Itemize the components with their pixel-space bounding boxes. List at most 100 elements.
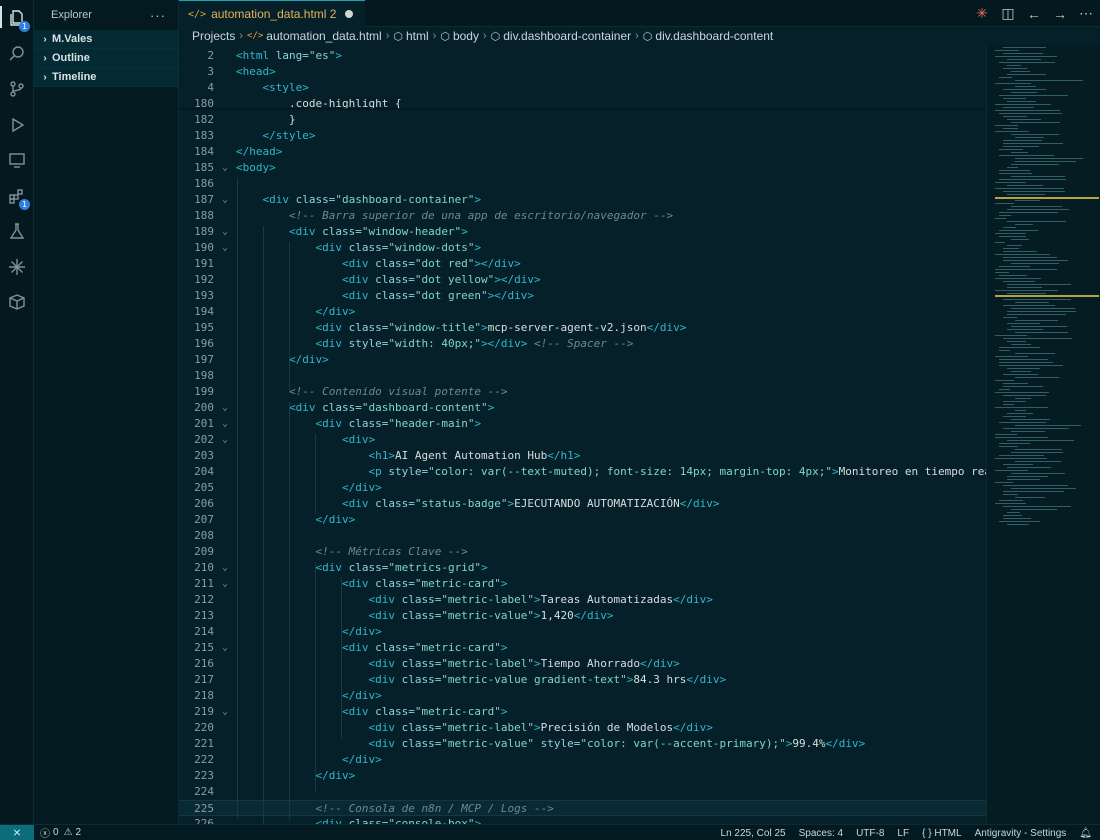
breadcrumb-item[interactable]: ⬡ div.dashboard-content [643, 29, 773, 43]
code-line[interactable]: 222 </div> [179, 752, 986, 768]
testing-icon[interactable] [6, 220, 28, 242]
fold-chevron-icon[interactable]: ⌄ [222, 816, 232, 824]
code-line[interactable]: 217 <div class="metric-value gradient-te… [179, 672, 986, 688]
code-line[interactable]: 206 <div class="status-badge">EJECUTANDO… [179, 496, 986, 512]
code-line[interactable]: 183 </style> [179, 128, 986, 144]
agent-star-icon[interactable]: ✳ [974, 5, 990, 22]
code-line[interactable]: 204 <p style="color: var(--text-muted); … [179, 464, 986, 480]
arrow-right-icon[interactable]: → [1052, 6, 1068, 22]
fold-chevron-icon[interactable]: ⌄ [222, 160, 232, 176]
code-line[interactable]: 216 <div class="metric-label">Tiempo Aho… [179, 656, 986, 672]
encoding[interactable]: UTF-8 [856, 828, 884, 839]
code-line[interactable]: 196 <div style="width: 40px;"></div> <!-… [179, 336, 986, 352]
settings-label[interactable]: Antigravity - Settings [975, 828, 1067, 839]
code-line[interactable]: 212 <div class="metric-label">Tareas Aut… [179, 592, 986, 608]
language-mode[interactable]: { } HTML [922, 828, 961, 839]
fold-chevron-icon[interactable]: ⌄ [222, 192, 232, 208]
code-line[interactable]: 209 <!-- Métricas Clave --> [179, 544, 986, 560]
fold-chevron-icon[interactable]: ⌄ [222, 240, 232, 256]
code-line[interactable]: 221 <div class="metric-value" style="col… [179, 736, 986, 752]
code-line[interactable]: 219 ⌄ <div class="metric-card"> [179, 704, 986, 720]
code-line[interactable]: 218 </div> [179, 688, 986, 704]
source-control-icon[interactable] [6, 78, 28, 100]
minimap-line [999, 389, 1010, 390]
code-line[interactable]: 208 [179, 528, 986, 544]
sidebar-section-workspace[interactable]: › M.Vales [34, 30, 178, 49]
minimap-line [999, 422, 1046, 423]
code-line[interactable]: 220 <div class="metric-label">Precisión … [179, 720, 986, 736]
breadcrumb-item[interactable]: ⬡ body [440, 29, 479, 43]
agent-star-icon[interactable] [6, 256, 28, 278]
code-line[interactable]: 207 </div> [179, 512, 986, 528]
code-line-current[interactable]: 225 <!-- Consola de n8n / MCP / Logs --> [179, 800, 986, 816]
problems-indicator[interactable]: ⓧ 0 ⚠ 2 [40, 825, 81, 840]
fold-chevron-icon[interactable]: ⌄ [222, 704, 232, 720]
breadcrumb-item[interactable]: Projects [192, 29, 235, 43]
cursor-position[interactable]: Ln 225, Col 25 [721, 828, 786, 839]
tab-automation-data[interactable]: </> automation_data.html 2 [179, 0, 366, 27]
code-editor[interactable]: 2 <html lang="es"> 3 <head> 4 <style> 180 .co… [179, 45, 986, 824]
code-line[interactable]: 4 <style> [179, 80, 986, 96]
code-line[interactable]: 213 <div class="metric-value">1,420</div… [179, 608, 986, 624]
code-line[interactable]: 205 </div> [179, 480, 986, 496]
fold-chevron-icon[interactable]: ⌄ [222, 560, 232, 576]
search-icon[interactable] [6, 43, 28, 65]
code-line[interactable]: 2 <html lang="es"> [179, 48, 986, 64]
code-line[interactable]: 182 } [179, 112, 986, 128]
explorer-icon[interactable]: 1 [6, 7, 30, 32]
more-actions-icon[interactable]: ⋯ [1078, 5, 1094, 22]
code-line[interactable]: 189 ⌄ <div class="window-header"> [179, 224, 986, 240]
code-line[interactable]: 190 ⌄ <div class="window-dots"> [179, 240, 986, 256]
sidebar-section-outline[interactable]: › Outline [34, 49, 178, 68]
code-line[interactable]: 194 </div> [179, 304, 986, 320]
code-line[interactable]: 226 ⌄ <div class="console-box"> [179, 816, 986, 824]
code-line[interactable]: 215 ⌄ <div class="metric-card"> [179, 640, 986, 656]
more-actions-button[interactable]: ··· [150, 8, 166, 23]
code-line[interactable]: 185 ⌄ <body> [179, 160, 986, 176]
fold-chevron-icon[interactable]: ⌄ [222, 416, 232, 432]
minimap-line [1003, 401, 1026, 402]
code-line[interactable]: 224 [179, 784, 986, 800]
remote-explorer-icon[interactable] [6, 149, 28, 171]
arrow-left-icon[interactable]: ← [1026, 6, 1042, 22]
code-line[interactable]: 200 ⌄ <div class="dashboard-content"> [179, 400, 986, 416]
code-line[interactable]: 3 <head> [179, 64, 986, 80]
code-line[interactable]: 202 ⌄ <div> [179, 432, 986, 448]
code-line[interactable]: 223 </div> [179, 768, 986, 784]
indentation[interactable]: Spaces: 4 [799, 828, 843, 839]
code-line[interactable]: 214 </div> [179, 624, 986, 640]
fold-chevron-icon[interactable]: ⌄ [222, 576, 232, 592]
code-line[interactable]: 203 <h1>AI Agent Automation Hub</h1> [179, 448, 986, 464]
fold-chevron-icon[interactable]: ⌄ [222, 432, 232, 448]
breadcrumb-item[interactable]: ⬡ div.dashboard-container [491, 29, 631, 43]
code-line[interactable]: 201 ⌄ <div class="header-main"> [179, 416, 986, 432]
code-line[interactable]: 195 <div class="window-title">mcp-server… [179, 320, 986, 336]
code-line[interactable]: 197 </div> [179, 352, 986, 368]
extensions-icon[interactable]: 1 [6, 185, 30, 210]
code-line[interactable]: 198 [179, 368, 986, 384]
code-line[interactable]: 193 <div class="dot green"></div> [179, 288, 986, 304]
breadcrumb-item[interactable]: ⬡ html [393, 29, 428, 43]
code-line[interactable]: 188 <!-- Barra superior de una app de es… [179, 208, 986, 224]
code-line[interactable]: 191 <div class="dot red"></div> [179, 256, 986, 272]
code-line[interactable]: 199 <!-- Contenido visual potente --> [179, 384, 986, 400]
code-line[interactable]: 187 ⌄ <div class="dashboard-container"> [179, 192, 986, 208]
bell-icon[interactable]: 🔔︎ [1079, 828, 1092, 839]
fold-chevron-icon[interactable]: ⌄ [222, 224, 232, 240]
fold-chevron-icon[interactable]: ⌄ [222, 640, 232, 656]
code-line[interactable]: 186 [179, 176, 986, 192]
fold-chevron-icon[interactable]: ⌄ [222, 400, 232, 416]
breadcrumb-item[interactable]: </> automation_data.html [247, 29, 382, 43]
minimap[interactable] [986, 45, 1100, 824]
box-icon[interactable] [6, 291, 28, 313]
sidebar-section-timeline[interactable]: › Timeline [34, 68, 178, 87]
remote-indicator-icon[interactable]: ⨯ [0, 824, 34, 840]
run-debug-icon[interactable] [6, 114, 28, 136]
code-line[interactable]: 210 ⌄ <div class="metrics-grid"> [179, 560, 986, 576]
split-editor-icon[interactable]: ◫ [1000, 5, 1016, 22]
code-line[interactable]: 211 ⌄ <div class="metric-card"> [179, 576, 986, 592]
unsaved-dot-icon[interactable] [345, 10, 354, 18]
end-of-line[interactable]: LF [897, 828, 909, 839]
code-line[interactable]: 184 </head> [179, 144, 986, 160]
code-line[interactable]: 192 <div class="dot yellow"></div> [179, 272, 986, 288]
